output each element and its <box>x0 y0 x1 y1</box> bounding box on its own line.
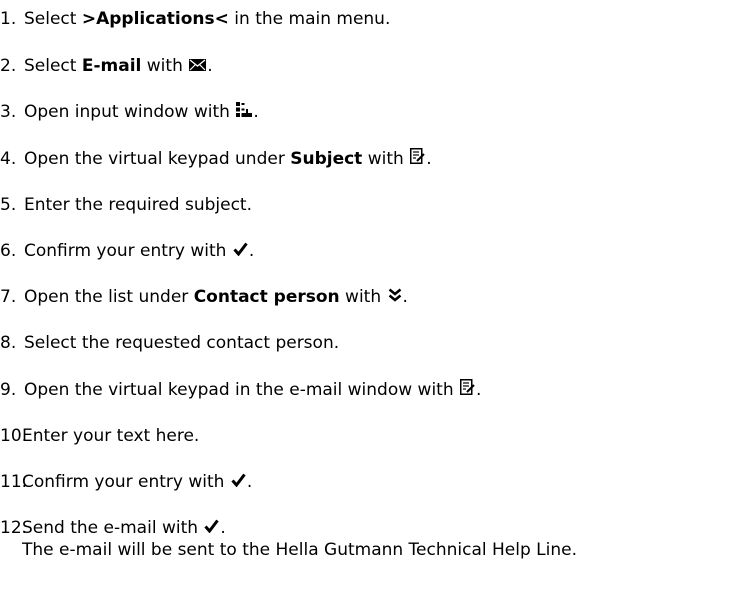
step-10: 10.Enter your text here. <box>0 425 199 447</box>
step-text: Confirm your entry with <box>22 472 230 492</box>
step-number: 6. <box>0 241 17 261</box>
step-text: Enter your text here. <box>22 426 200 446</box>
step-11: 11.Confirm your entry with . <box>0 471 252 493</box>
edit-icon <box>410 148 425 164</box>
step-text: Send the e-mail with <box>22 518 204 538</box>
step-4: 4. Open the virtual keypad under Subject … <box>0 148 432 170</box>
step-8: 8. Select the requested contact person. <box>0 332 339 354</box>
step-number: 2. <box>0 56 17 76</box>
step-text: Confirm your entry with <box>24 241 232 261</box>
checkmark-icon <box>204 519 220 533</box>
step-text: Enter the required subject. <box>24 195 252 215</box>
double-chevron-down-icon <box>388 288 402 302</box>
period: . <box>476 380 482 400</box>
step-text: Select <box>24 9 82 29</box>
step-text: Select the requested contact person. <box>24 333 340 353</box>
step-3: 3. Open input window with . <box>0 101 259 123</box>
step-text: with <box>339 287 387 307</box>
step-12: 12.Send the e-mail with . The e-mail wil… <box>0 517 577 561</box>
step-1: 1. Select >Applications< in the main menu… <box>0 8 390 30</box>
step-9: 9. Open the virtual keypad in the e-mail … <box>0 379 481 401</box>
step-number: 12. <box>0 518 28 538</box>
step-5: 5. Enter the required subject. <box>0 194 252 216</box>
step-number: 11. <box>0 472 28 492</box>
step-text: with <box>362 149 410 169</box>
step-text: with <box>141 56 189 76</box>
step-number: 1. <box>0 9 17 29</box>
field-label: Subject <box>290 149 363 169</box>
step-number: 7. <box>0 287 17 307</box>
envelope-icon <box>189 59 207 71</box>
period: . <box>220 518 226 538</box>
step-number: 8. <box>0 333 17 353</box>
checkmark-icon <box>233 242 248 256</box>
menu-label: >Applications< <box>81 9 229 29</box>
step-7: 7. Open the list under Contact person wit… <box>0 286 408 308</box>
period: . <box>246 472 253 492</box>
period: . <box>253 102 259 122</box>
step-6: 6. Confirm your entry with . <box>0 240 254 262</box>
menu-label: E-mail <box>81 56 142 76</box>
step-2: 2. Select E-mail with . <box>0 55 213 77</box>
step-text: Open the list under <box>24 287 194 307</box>
field-label: Contact person <box>193 287 340 307</box>
step-text: Open input window with <box>24 102 236 122</box>
step-number: 9. <box>0 380 17 400</box>
period: . <box>402 287 408 307</box>
period: . <box>426 149 432 169</box>
step-number: 3. <box>0 102 17 122</box>
step-result-text: The e-mail will be sent to the Hella Gut… <box>22 540 578 560</box>
step-text: Select <box>24 56 82 76</box>
step-number: 4. <box>0 149 17 169</box>
step-text: Open the virtual keypad under <box>24 149 291 169</box>
period: . <box>248 241 255 261</box>
new-entry-icon <box>236 102 253 117</box>
step-number: 5. <box>0 195 17 215</box>
period: . <box>207 56 213 76</box>
step-text: Open the virtual keypad in the e-mail wi… <box>24 380 460 400</box>
step-text: in the main menu. <box>228 9 391 29</box>
checkmark-icon <box>231 473 246 487</box>
edit-icon <box>460 379 475 395</box>
step-number: 10. <box>0 426 28 446</box>
